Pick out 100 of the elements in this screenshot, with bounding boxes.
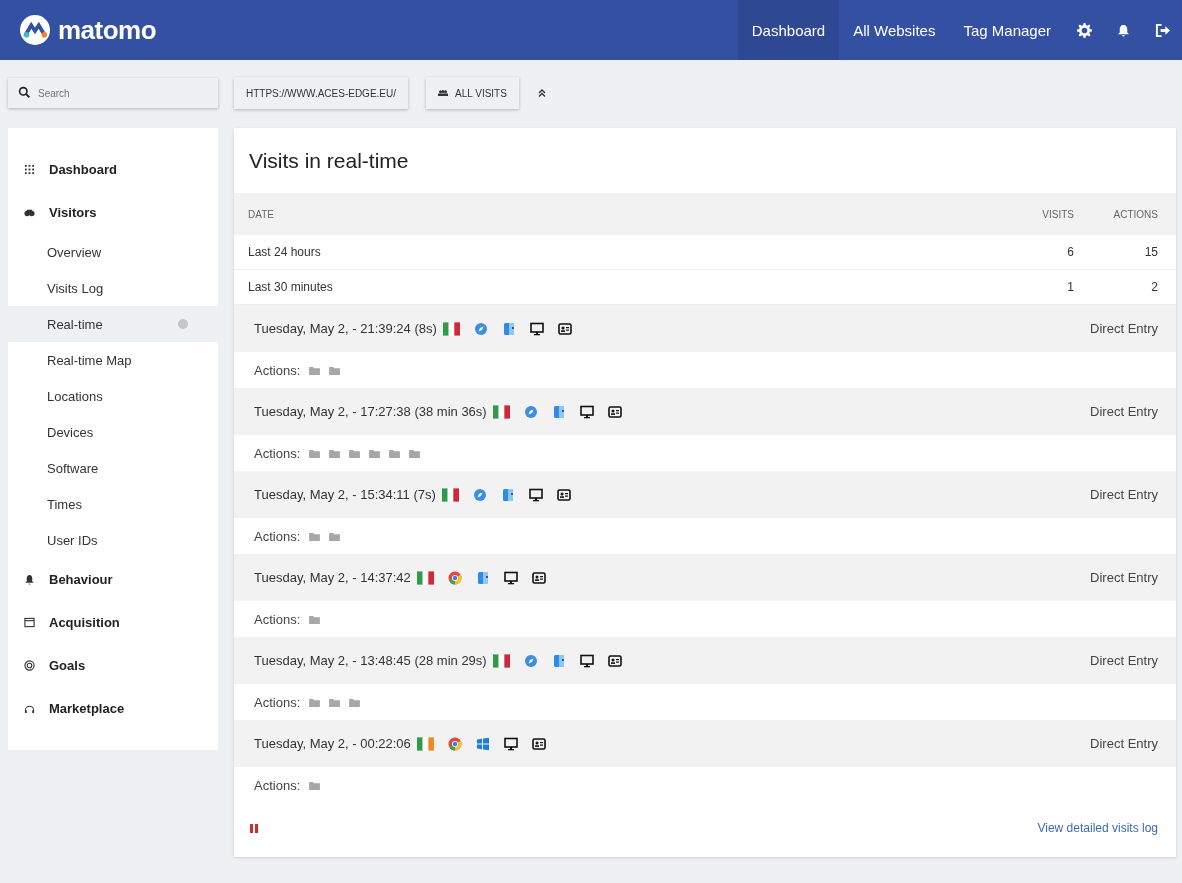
finder-icon <box>501 321 516 336</box>
compass-icon <box>523 404 538 419</box>
window-icon <box>24 617 35 628</box>
flag-icon <box>442 321 460 336</box>
folder-icon[interactable] <box>309 780 321 790</box>
sidebar-subitem[interactable]: Overview <box>8 234 218 270</box>
sidebar-subitem[interactable]: Devices <box>8 414 218 450</box>
table-cell-text: Last 30 minutes <box>248 280 334 294</box>
folder-icon[interactable] <box>309 448 321 458</box>
visit-time: Tuesday, May 2, - 21:39:24 (8s) <box>254 321 437 336</box>
column-header: VISITS <box>1041 208 1074 220</box>
visits-log-link[interactable]: View detailed visits log <box>1037 821 1158 835</box>
folder-icon[interactable] <box>329 697 341 707</box>
sidebar-subitem[interactable]: Real-time Map <box>8 342 218 378</box>
column-header: DATE <box>248 208 275 220</box>
flag-icon <box>416 736 434 751</box>
folder-icon[interactable] <box>409 448 421 458</box>
settings-icon[interactable] <box>1077 22 1092 38</box>
folder-icon[interactable] <box>349 448 361 458</box>
bell-icon[interactable] <box>1116 22 1131 38</box>
actions-label: Actions: <box>254 611 301 627</box>
collapse-icon[interactable] <box>536 88 547 98</box>
sidebar-subitem[interactable]: Locations <box>8 378 218 414</box>
logo-icon <box>20 15 50 45</box>
visit-time: Tuesday, May 2, - 00:22:06 <box>254 736 411 751</box>
visit-time: Tuesday, May 2, - 15:34:11 (7s) <box>254 487 436 502</box>
sidebar-item[interactable]: Behaviour <box>8 558 218 601</box>
desktop-icon <box>528 487 543 502</box>
visitor-profile-icon <box>607 404 622 419</box>
segment-selector[interactable]: ALL VISITS <box>426 77 519 109</box>
widget-title: Visits in real-time <box>248 147 410 174</box>
desktop-icon <box>529 321 544 336</box>
sidebar-subitem[interactable]: Software <box>8 450 218 486</box>
windows-icon <box>475 736 490 751</box>
column-header: ACTIONS <box>1112 208 1158 220</box>
visit-time: Tuesday, May 2, - 17:27:38 (38 min 36s) <box>254 404 487 419</box>
referrer-label: Direct Entry <box>1090 321 1158 336</box>
sidebar-subitem[interactable]: Times <box>8 486 218 522</box>
folder-icon[interactable] <box>309 697 321 707</box>
site-selector[interactable]: HTTPS://WWW.ACES-EDGE.EU/ <box>234 77 408 109</box>
visitor-profile-icon <box>607 653 622 668</box>
actions-label: Actions: <box>254 362 301 378</box>
referrer-label: Direct Entry <box>1090 570 1158 585</box>
visitor-profile-icon <box>556 487 571 502</box>
finder-icon <box>500 487 515 502</box>
referrer-label: Direct Entry <box>1090 736 1158 751</box>
sidebar-item[interactable]: Marketplace <box>8 687 218 730</box>
folder-icon[interactable] <box>309 614 321 624</box>
sidebar-subitem[interactable]: Real-time <box>8 306 218 342</box>
visitor-profile-icon <box>531 736 546 751</box>
top-nav-link[interactable]: Dashboard <box>737 0 840 60</box>
visit-time: Tuesday, May 2, - 13:48:45 (28 min 29s) <box>254 653 487 668</box>
flag-icon <box>441 487 459 502</box>
top-nav-link[interactable]: Tag Manager <box>949 0 1065 60</box>
sidebar-item[interactable]: Dashboard <box>8 148 218 191</box>
pause-icon[interactable] <box>250 823 258 833</box>
referrer-label: Direct Entry <box>1090 404 1158 419</box>
compass-icon <box>523 653 538 668</box>
actions-label: Actions: <box>254 694 301 710</box>
finder-icon <box>551 653 566 668</box>
compass-icon <box>473 321 488 336</box>
visit-time: Tuesday, May 2, - 14:37:42 <box>254 570 411 585</box>
folder-icon[interactable] <box>309 365 321 375</box>
top-nav-link[interactable]: All Websites <box>839 0 950 60</box>
search-icon <box>18 86 31 99</box>
users-icon <box>438 90 448 96</box>
sidebar-item[interactable]: Goals <box>8 644 218 687</box>
search-field[interactable]: Search <box>8 78 218 108</box>
folder-icon[interactable] <box>349 697 361 707</box>
bell-icon <box>24 574 35 585</box>
folder-icon[interactable] <box>369 448 381 458</box>
table-cell-text: 2 <box>1150 280 1158 294</box>
binoculars-icon <box>24 207 35 218</box>
target-icon <box>24 660 35 671</box>
sidebar-subitem[interactable]: User IDs <box>8 522 218 558</box>
grid-icon <box>24 164 35 175</box>
actions-label: Actions: <box>254 777 301 793</box>
logo-text: matomo <box>58 14 157 46</box>
desktop-icon <box>503 736 518 751</box>
sidebar-item[interactable]: Visitors <box>8 191 218 234</box>
desktop-icon <box>579 404 594 419</box>
sidebar-item[interactable]: Acquisition <box>8 601 218 644</box>
folder-icon[interactable] <box>389 448 401 458</box>
actions-label: Actions: <box>254 528 301 544</box>
flag-icon <box>492 404 510 419</box>
help-icon[interactable] <box>178 319 188 329</box>
headphones-icon <box>24 703 35 714</box>
folder-icon[interactable] <box>329 531 341 541</box>
flag-icon <box>416 570 434 585</box>
folder-icon[interactable] <box>309 531 321 541</box>
logout-icon[interactable] <box>1155 22 1170 38</box>
finder-icon <box>551 404 566 419</box>
table-cell-text: 15 <box>1143 245 1158 259</box>
sidebar-subitem[interactable]: Visits Log <box>8 270 218 306</box>
folder-icon[interactable] <box>329 448 341 458</box>
flag-icon <box>492 653 510 668</box>
table-cell-text: 6 <box>1066 245 1074 259</box>
table-cell-text: 1 <box>1066 280 1074 294</box>
referrer-label: Direct Entry <box>1090 653 1158 668</box>
folder-icon[interactable] <box>329 365 341 375</box>
